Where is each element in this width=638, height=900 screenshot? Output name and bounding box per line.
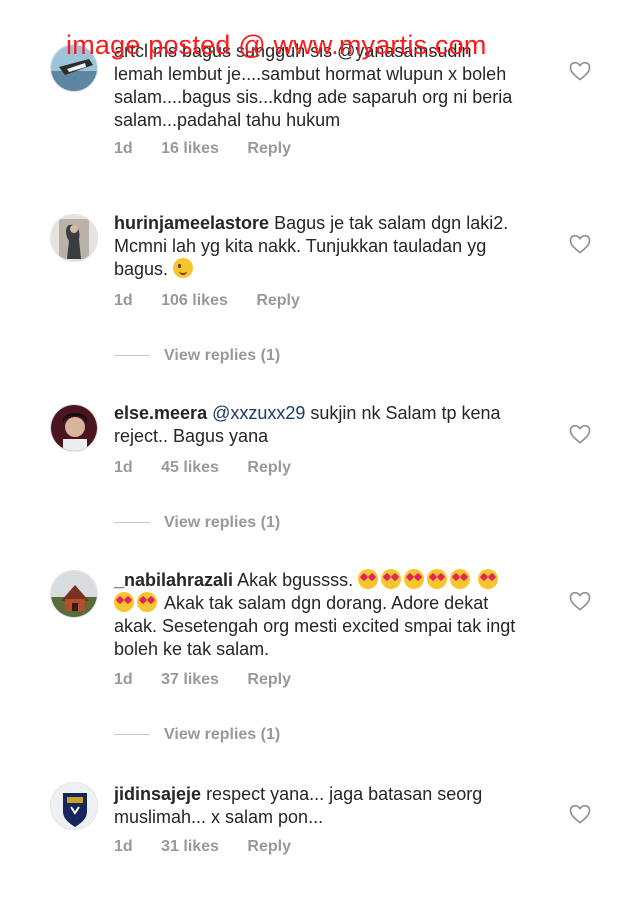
replies-divider: [114, 355, 150, 357]
heart-eyes-emoji: [381, 569, 402, 589]
winking-face-emoji: [173, 258, 194, 278]
likes-count[interactable]: 106 likes: [161, 292, 228, 309]
comment-time: 1d: [114, 671, 133, 688]
comment-text: else.meera @xxzuxx29 sukjin nk Salam tp …: [114, 403, 501, 446]
reply-button[interactable]: Reply: [256, 292, 300, 309]
comment-username[interactable]: _nabilahrazali: [114, 570, 233, 590]
heart-eyes-emoji: [404, 569, 425, 589]
comment-text: _nabilahrazali Akak bgussss. Akak tak sa…: [114, 569, 516, 659]
likes-count[interactable]: 31 likes: [161, 838, 219, 855]
avatar[interactable]: [50, 570, 98, 618]
likes-count[interactable]: 16 likes: [161, 140, 219, 157]
reply-button[interactable]: Reply: [247, 838, 291, 855]
replies-divider: [114, 522, 150, 524]
view-replies-button[interactable]: View replies (1): [114, 514, 280, 532]
mention-link[interactable]: @xxzuxx29: [212, 403, 305, 423]
heart-icon[interactable]: [569, 61, 591, 81]
avatar[interactable]: [50, 214, 98, 262]
comment-text: hurinjameelastore Bagus je tak salam dgn…: [114, 213, 509, 279]
comment-meta: 1d 45 likes Reply: [114, 459, 315, 477]
view-replies-button[interactable]: View replies (1): [114, 726, 280, 744]
avatar[interactable]: [50, 404, 98, 452]
reply-button[interactable]: Reply: [247, 671, 291, 688]
comment-username[interactable]: else.meera: [114, 403, 207, 423]
reply-button[interactable]: Reply: [247, 459, 291, 476]
heart-eyes-emoji: [478, 569, 499, 589]
avatar[interactable]: [50, 782, 98, 830]
comment-time: 1d: [114, 838, 133, 855]
reply-button[interactable]: Reply: [247, 140, 291, 157]
view-replies-label[interactable]: View replies (1): [164, 514, 280, 531]
comment-time: 1d: [114, 140, 133, 157]
view-replies-label[interactable]: View replies (1): [164, 347, 280, 364]
heart-icon[interactable]: [569, 591, 591, 611]
replies-divider: [114, 734, 150, 736]
heart-icon[interactable]: [569, 804, 591, 824]
comment-username[interactable]: jidinsajeje: [114, 784, 201, 804]
comment-meta: 1d 31 likes Reply: [114, 838, 315, 856]
heart-eyes-emoji: [137, 592, 157, 612]
view-replies-label[interactable]: View replies (1): [164, 726, 280, 743]
comment-meta: 1d 106 likes Reply: [114, 292, 324, 310]
comment-username[interactable]: hurinjameelastore: [114, 213, 269, 233]
comment-meta: 1d 16 likes Reply: [114, 140, 315, 158]
likes-count[interactable]: 37 likes: [161, 671, 219, 688]
comment-meta: 1d 37 likes Reply: [114, 671, 315, 689]
heart-icon[interactable]: [569, 424, 591, 444]
view-replies-button[interactable]: View replies (1): [114, 347, 280, 365]
heart-icon[interactable]: [569, 234, 591, 254]
watermark: image posted @ www.myartis.com: [66, 30, 487, 60]
heart-eyes-emoji: [450, 569, 471, 589]
heart-eyes-emoji: [427, 569, 448, 589]
comment-time: 1d: [114, 459, 133, 476]
likes-count[interactable]: 45 likes: [161, 459, 219, 476]
heart-eyes-emoji: [114, 592, 134, 612]
comment-time: 1d: [114, 292, 133, 309]
heart-eyes-emoji: [358, 569, 379, 589]
comment-text: jidinsajeje respect yana... jaga batasan…: [114, 784, 483, 827]
